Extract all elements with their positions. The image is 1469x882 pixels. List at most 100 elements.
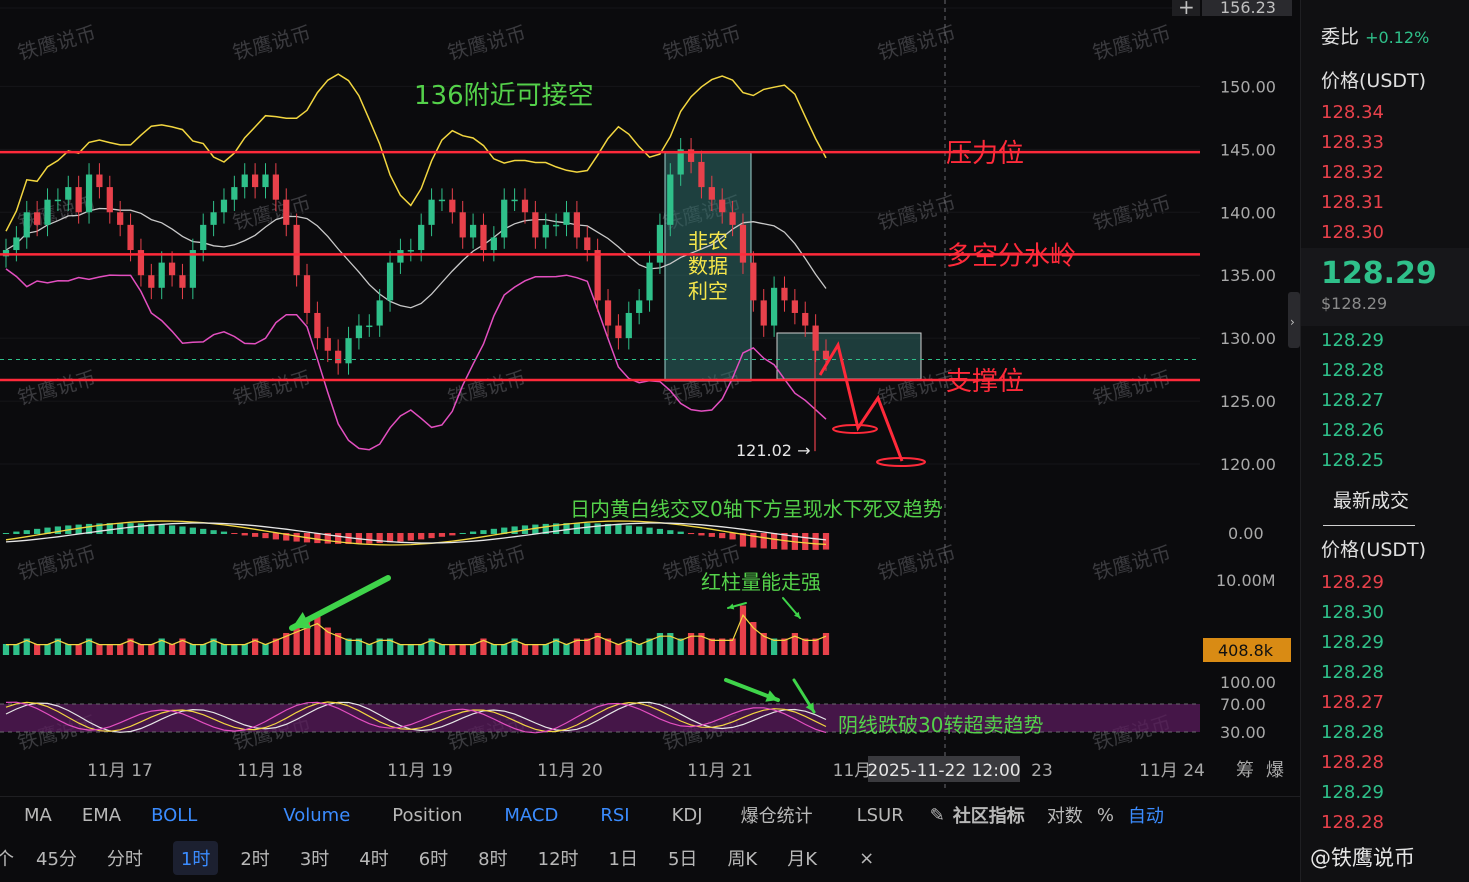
macd-bar	[687, 533, 695, 535]
volume-axis-label: 10.00M	[1216, 571, 1276, 590]
candle-body	[54, 199, 62, 202]
watermark-text: 铁鹰说币	[445, 541, 528, 585]
bid-price: 128.25	[1321, 450, 1384, 471]
candle-body	[200, 224, 207, 251]
volume-bar	[314, 616, 321, 655]
trade-price: 128.28	[1321, 722, 1384, 743]
interval-3[interactable]: 2时	[240, 845, 269, 871]
macd-bar	[459, 532, 466, 534]
y-tick-label: 145.00	[1220, 140, 1276, 159]
order-ratio: 委比 +0.12%	[1321, 22, 1429, 49]
volume-panel	[2, 605, 830, 655]
indicator-items: MA EMA BOLL Volume Position MACD RSI KDJ 爆仓统计 LSU…	[0, 802, 904, 828]
macd-bar	[428, 533, 435, 539]
macd-bar	[54, 526, 62, 534]
indicator-kdj[interactable]: KDJ	[672, 805, 703, 826]
x-tick-label: 11月 20	[537, 761, 603, 781]
candle-body	[210, 212, 217, 225]
candle-body	[708, 187, 715, 200]
candle-body	[34, 212, 41, 225]
volume-bar	[44, 644, 51, 655]
candle-body	[511, 199, 518, 202]
macd-bar	[168, 525, 176, 534]
watermark-text: 铁鹰说币	[1090, 366, 1173, 410]
price-chart[interactable]: 铁鹰说币 铁鹰说币 铁鹰说币 铁鹰说币 铁鹰说币 铁鹰说币铁鹰说币 铁鹰说币铁鹰说币 铁鹰说币…	[0, 0, 1300, 790]
indicator-rsi[interactable]: RSI	[600, 805, 629, 826]
watermark-text: 铁鹰说币	[230, 191, 313, 235]
volume-bar	[65, 644, 72, 655]
indicator-ma[interactable]: MA	[24, 805, 52, 826]
interval-0[interactable]: 45分	[36, 845, 77, 871]
interval-11[interactable]: 周K	[727, 845, 757, 871]
indicator-爆仓统计[interactable]: 爆仓统计	[741, 802, 813, 828]
indicator-position[interactable]: Position	[392, 805, 462, 826]
volume-bar	[200, 644, 207, 655]
macd-bar	[272, 533, 279, 540]
macd-bar	[615, 524, 622, 534]
candle-body	[293, 224, 300, 276]
trade-price: 128.29	[1321, 572, 1384, 593]
interval-5[interactable]: 4时	[359, 845, 388, 871]
interval-10[interactable]: 5日	[668, 845, 697, 871]
interval-1[interactable]: 分时	[107, 845, 143, 871]
candle-body	[168, 262, 176, 276]
candle-body	[189, 250, 196, 288]
candle-body	[802, 312, 809, 326]
candle-body	[397, 250, 404, 263]
trades-title[interactable]: 最新成交	[1333, 486, 1409, 513]
macd-bar	[656, 528, 664, 534]
interval-6[interactable]: 6时	[419, 845, 448, 871]
indicator-macd[interactable]: MACD	[504, 805, 558, 826]
interval-7[interactable]: 8时	[478, 845, 507, 871]
indicator-boll[interactable]: BOLL	[151, 805, 197, 826]
log-scale-toggle[interactable]: 对数	[1047, 802, 1083, 828]
macd-bar	[667, 530, 674, 534]
volume-bar	[469, 644, 477, 655]
candle-body	[231, 187, 238, 200]
watermark-text: 铁鹰说币	[1090, 21, 1173, 65]
volume-bar	[563, 644, 570, 655]
percent-toggle[interactable]: %	[1097, 805, 1114, 826]
consolidation-box	[776, 332, 922, 380]
community-indicators-button[interactable]: 社区指标	[953, 802, 1025, 828]
candle-body	[781, 287, 788, 301]
volume-bar	[106, 644, 113, 655]
interval-4[interactable]: 3时	[300, 845, 329, 871]
interval-9[interactable]: 1日	[609, 845, 638, 871]
candle-body	[179, 275, 186, 288]
indicator-ema[interactable]: EMA	[82, 805, 121, 826]
candle-body	[23, 212, 30, 238]
indicator-volume[interactable]: Volume	[283, 805, 350, 826]
interval-12[interactable]: 月K	[787, 845, 817, 871]
candle-body	[158, 262, 165, 288]
macd-bar	[822, 533, 830, 550]
interval-8[interactable]: 12时	[538, 845, 579, 871]
close-icon[interactable]: ×	[859, 848, 874, 869]
auto-scale-toggle[interactable]: 自动	[1128, 802, 1164, 828]
candle-body	[303, 275, 311, 313]
macd-bar	[231, 533, 238, 535]
indicator-lsur[interactable]: LSUR	[857, 805, 904, 826]
candle-body	[148, 275, 155, 288]
candle-body	[386, 262, 394, 301]
watermark-text: 铁鹰说币	[875, 191, 958, 235]
candle-body	[335, 350, 342, 364]
interval-prev-partial[interactable]: 个	[0, 845, 14, 871]
interval-2[interactable]: 1时	[172, 841, 219, 875]
volume-bar	[13, 644, 20, 655]
candle-body	[376, 300, 383, 326]
macd-bar	[2, 533, 10, 534]
volume-bar	[418, 644, 425, 655]
candle-body	[698, 161, 705, 188]
candle-body	[44, 199, 51, 225]
edit-icon[interactable]: ✎	[930, 805, 945, 826]
candle-body	[85, 174, 93, 213]
macd-bar	[636, 526, 643, 534]
candle-body	[667, 174, 674, 225]
price-header: 价格(USDT)	[1321, 70, 1427, 92]
macd-axis-label: 0.00	[1228, 524, 1264, 543]
macd-bar	[34, 528, 41, 534]
candle-body	[459, 212, 466, 238]
candle-body	[656, 224, 664, 263]
candle-body	[490, 237, 497, 251]
